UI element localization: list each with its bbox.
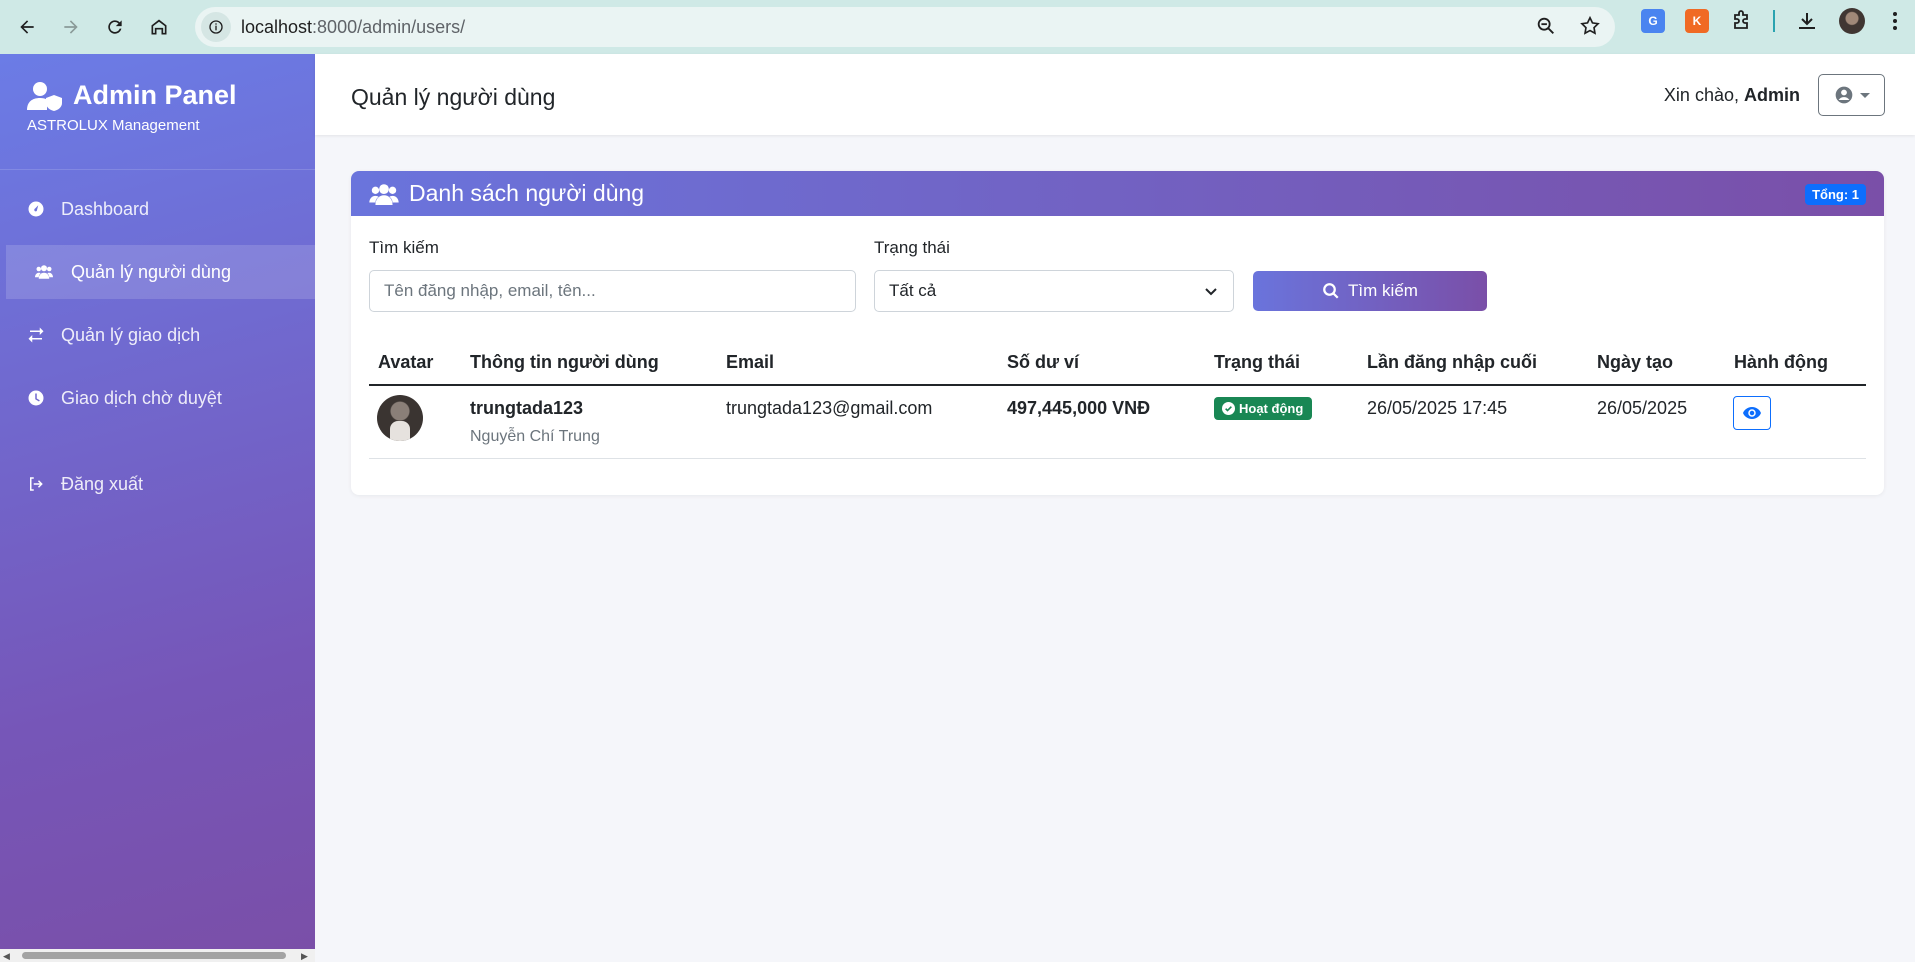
horizontal-scrollbar[interactable]: ◀ ▶ (0, 949, 315, 962)
total-badge: Tổng: 1 (1805, 184, 1866, 205)
back-button[interactable] (8, 8, 46, 46)
search-label: Tìm kiếm (369, 238, 439, 257)
search-icon (1323, 283, 1339, 299)
sidebar-item-transactions[interactable]: Quản lý giao dịch (0, 308, 315, 362)
user-circle-icon (1835, 86, 1852, 104)
toolbar-divider (1773, 10, 1775, 32)
th-balance: Số dư ví (1007, 352, 1080, 372)
puzzle-icon[interactable] (1729, 9, 1753, 33)
sign-out-icon (30, 477, 43, 491)
status-filter-value: Tất cả (889, 281, 937, 300)
sidebar-item-dashboard[interactable]: Dashboard (0, 182, 315, 236)
zoom-icon[interactable] (1535, 15, 1557, 37)
users-icon (35, 265, 53, 279)
scroll-right-icon[interactable]: ▶ (301, 951, 308, 962)
sidebar-item-label: Quản lý giao dịch (61, 324, 201, 345)
caret-down-icon (1859, 93, 1870, 98)
brand: Admin Panel ASTROLUX Management (0, 54, 315, 170)
th-created: Ngày tạo (1597, 352, 1674, 372)
page-title: Quản lý người dùng (351, 84, 556, 110)
profile-avatar[interactable] (1839, 8, 1865, 34)
card-title: Danh sách người dùng (409, 180, 645, 206)
row-balance: 497,445,000 VNĐ (1007, 398, 1151, 418)
sidebar-item-label: Giao dịch chờ duyệt (61, 387, 222, 408)
chevron-down-icon (1205, 288, 1217, 296)
status-filter-label: Trạng thái (874, 238, 950, 257)
th-actions: Hành động (1734, 352, 1828, 372)
brand-title-text: Admin Panel (73, 80, 237, 110)
search-placeholder: Tên đăng nhập, email, tên... (384, 281, 596, 300)
users-icon (369, 183, 399, 205)
arrow-left-icon (20, 20, 34, 34)
row-created: 26/05/2025 (1597, 398, 1688, 418)
th-avatar: Avatar (378, 352, 434, 372)
address-bar[interactable]: localhost:8000/admin/users/ (195, 7, 1615, 47)
reload-button[interactable] (96, 8, 134, 46)
table-row-divider (369, 458, 1866, 459)
url-host: localhost (241, 16, 313, 37)
download-icon[interactable] (1795, 9, 1819, 33)
scroll-left-icon[interactable]: ◀ (3, 951, 10, 962)
sidebar-item-label: Đăng xuất (61, 473, 144, 494)
search-input[interactable]: Tên đăng nhập, email, tên... (369, 270, 856, 312)
url-text: localhost:8000/admin/users/ (241, 17, 465, 38)
sidebar-item-label: Dashboard (61, 198, 150, 219)
status-filter-select[interactable]: Tất cả (874, 270, 1234, 312)
brand-title: Admin Panel (27, 80, 315, 111)
row-last-login: 26/05/2025 17:45 (1367, 398, 1508, 418)
user-menu-dropdown[interactable] (1818, 74, 1885, 116)
th-email: Email (726, 352, 775, 372)
bookmark-star-icon[interactable] (1579, 15, 1601, 37)
scrollbar-thumb[interactable] (22, 952, 286, 959)
eye-icon (1743, 407, 1761, 419)
row-fullname: Nguyễn Chí Trung (470, 428, 600, 445)
url-path: :8000/admin/users/ (312, 16, 466, 37)
sidebar-item-users[interactable]: Quản lý người dùng (6, 245, 315, 299)
sidebar-item-logout[interactable]: Đăng xuất (0, 457, 315, 511)
more-vertical-icon[interactable] (1885, 9, 1905, 33)
greeting: Xin chào, Admin (1664, 85, 1800, 106)
sidebar-item-label: Quản lý người dùng (71, 261, 231, 282)
home-icon (151, 19, 167, 35)
google-translate-icon[interactable]: G (1641, 9, 1665, 33)
search-button-label: Tìm kiếm (1348, 281, 1418, 300)
clock-icon (28, 390, 44, 406)
reload-icon (108, 20, 122, 34)
avatar (377, 395, 423, 441)
home-button[interactable] (140, 8, 178, 46)
sidebar: Admin Panel ASTROLUX Management Dashboar… (0, 54, 315, 949)
sidebar-item-pending[interactable]: Giao dịch chờ duyệt (0, 371, 315, 425)
extension-orange-icon[interactable]: K (1685, 9, 1709, 33)
topbar: Quản lý người dùng Xin chào, Admin (315, 54, 1915, 135)
browser-toolbar: localhost:8000/admin/users/ G K (0, 0, 1915, 54)
check-circle-icon (1222, 402, 1235, 415)
user-list-card: Danh sách người dùng Tổng: 1 Tìm kiếm Tê… (351, 171, 1884, 495)
table-header-divider (369, 384, 1866, 386)
arrow-right-icon (64, 20, 78, 34)
card-header: Danh sách người dùng Tổng: 1 (351, 171, 1884, 216)
status-badge-label: Hoạt động (1239, 401, 1304, 416)
exchange-icon (28, 327, 44, 343)
brand-subtitle: ASTROLUX Management (27, 117, 200, 134)
th-status: Trạng thái (1214, 352, 1301, 372)
th-user-info: Thông tin người dùng (470, 352, 659, 372)
row-email: trungtada123@gmail.com (726, 398, 933, 418)
row-username: trungtada123 (470, 398, 584, 418)
forward-button[interactable] (52, 8, 90, 46)
gauge-icon (28, 201, 44, 217)
status-badge: Hoạt động (1214, 397, 1313, 420)
user-shield-icon (27, 81, 62, 111)
greeting-text: Xin chào, (1663, 85, 1739, 105)
greeting-username: Admin (1744, 85, 1800, 105)
th-last-login: Lần đăng nhập cuối (1367, 352, 1537, 372)
site-info-icon[interactable] (201, 12, 231, 42)
search-button[interactable]: Tìm kiếm (1253, 271, 1487, 311)
view-user-button[interactable] (1733, 396, 1771, 430)
